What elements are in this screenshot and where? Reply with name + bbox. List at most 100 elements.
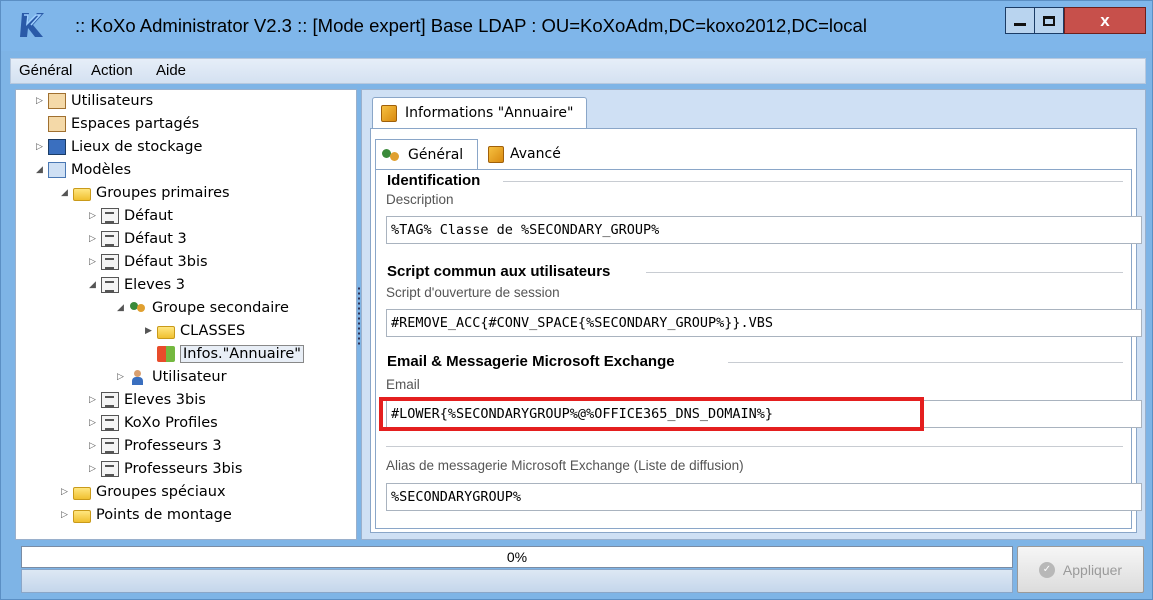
apply-label: Appliquer <box>1062 561 1123 578</box>
tree-item-professeurs-3bis[interactable]: ▷ Professeurs 3bis <box>89 458 242 480</box>
maximize-icon <box>1043 15 1055 26</box>
collapse-arrow-icon[interactable]: ◢ <box>36 165 48 175</box>
section-identification-title: Identification <box>387 172 481 189</box>
email-label: Email <box>386 377 420 392</box>
users-folder-icon <box>48 93 66 109</box>
tree-item-koxo-profiles[interactable]: ▷ KoXo Profiles <box>89 412 218 434</box>
description-label: Description <box>386 192 454 207</box>
expand-arrow-icon[interactable]: ▷ <box>89 441 101 451</box>
tree-item-label: Lieux de stockage <box>71 139 203 155</box>
collapse-arrow-icon[interactable]: ◢ <box>89 280 101 290</box>
collapse-arrow-icon[interactable]: ◢ <box>117 303 129 313</box>
expand-arrow-icon[interactable]: ▷ <box>117 372 129 382</box>
apply-button[interactable]: ✓ Appliquer <box>1017 546 1144 593</box>
check-icon: ✓ <box>1038 561 1055 578</box>
tab-avance[interactable]: Avancé <box>482 139 572 169</box>
minimize-button[interactable] <box>1005 7 1034 34</box>
app-window: :: KoXo Administrator V2.3 :: [Mode expe… <box>0 0 1153 600</box>
storage-icon <box>48 139 66 155</box>
maximize-button[interactable] <box>1034 7 1064 34</box>
expand-arrow-icon[interactable]: ▷ <box>36 142 48 152</box>
tree-item-defaut-3bis[interactable]: ▷ Défaut 3bis <box>89 251 208 273</box>
expand-arrow-icon[interactable]: ▷ <box>36 96 48 106</box>
tree-item-eleves-3bis[interactable]: ▷ Eleves 3bis <box>89 389 206 411</box>
folder-icon <box>157 326 175 339</box>
inner-tabstrip: Général Avancé <box>375 139 1132 169</box>
users-icon <box>382 147 402 163</box>
document-icon <box>101 415 119 431</box>
menu-action[interactable]: Action <box>91 62 133 79</box>
folder-icon <box>73 188 91 201</box>
status-bar <box>21 569 1013 593</box>
menu-general[interactable]: Général <box>19 62 72 79</box>
expand-arrow-icon[interactable]: ▷ <box>89 234 101 244</box>
tree-item-label: Défaut <box>124 208 173 224</box>
tree-item-professeurs-3[interactable]: ▷ Professeurs 3 <box>89 435 222 457</box>
tree-item-defaut-3[interactable]: ▷ Défaut 3 <box>89 228 187 250</box>
expand-arrow-icon[interactable]: ▷ <box>89 257 101 267</box>
tree-item-label: KoXo Profiles <box>124 415 218 431</box>
menu-aide[interactable]: Aide <box>156 62 186 79</box>
close-icon: x <box>1100 10 1110 30</box>
tree-item-utilisateurs[interactable]: ▷ Utilisateurs <box>36 90 153 112</box>
expand-arrow-icon[interactable]: ▷ <box>61 510 73 520</box>
models-icon <box>48 162 66 178</box>
script-input[interactable]: #REMOVE_ACC{#CONV_SPACE{%SECONDARY_GROUP… <box>386 309 1142 337</box>
shared-space-icon <box>48 116 66 132</box>
tree-item-label: Infos."Annuaire" <box>180 345 304 363</box>
section-script-title: Script commun aux utilisateurs <box>387 263 611 280</box>
tree-item-label: Professeurs 3 <box>124 438 222 454</box>
section-email-title: Email & Messagerie Microsoft Exchange <box>387 353 675 370</box>
document-icon <box>101 208 119 224</box>
tree-item-label: Espaces partagés <box>71 116 200 132</box>
tree-item-groupe-secondaire[interactable]: ◢ Groupe secondaire <box>117 297 289 319</box>
expand-arrow-icon[interactable]: ▷ <box>89 211 101 221</box>
document-icon <box>101 461 119 477</box>
progress-bar: 0% <box>21 546 1013 568</box>
tab-label: Général <box>408 146 464 163</box>
tree-item-groupes-primaires[interactable]: ◢ Groupes primaires <box>61 182 230 204</box>
title-bar[interactable]: :: KoXo Administrator V2.3 :: [Mode expe… <box>1 1 1152 51</box>
tree-item-defaut[interactable]: ▷ Défaut <box>89 205 173 227</box>
menu-bar: Général Action Aide <box>10 58 1146 84</box>
tree-item-eleves-3[interactable]: ◢ Eleves 3 <box>89 274 185 296</box>
section-divider <box>728 362 1123 363</box>
tree-item-infos-annuaire[interactable]: Infos."Annuaire" <box>157 343 304 365</box>
tab-informations-annuaire[interactable]: Informations "Annuaire" <box>372 97 587 128</box>
tree-item-label: Groupe secondaire <box>152 300 289 316</box>
description-input[interactable]: %TAG% Classe de %SECONDARY_GROUP% <box>386 216 1142 244</box>
collapse-arrow-icon[interactable]: ◢ <box>61 188 73 198</box>
tree-item-groupes-speciaux[interactable]: ▷ Groupes spéciaux <box>61 481 226 503</box>
tree-item-label: Défaut 3bis <box>124 254 208 270</box>
tree-item-modeles[interactable]: ◢ Modèles <box>36 159 131 181</box>
tree-item-label: Groupes primaires <box>96 185 230 201</box>
tree-item-points-de-montage[interactable]: ▷ Points de montage <box>61 504 232 526</box>
tree-item-lieux-de-stockage[interactable]: ▷ Lieux de stockage <box>36 136 202 158</box>
document-icon <box>381 104 397 122</box>
document-icon <box>101 231 119 247</box>
section-divider <box>386 446 1123 447</box>
tree-item-label: CLASSES <box>180 323 246 339</box>
expand-arrow-icon[interactable]: ▷ <box>61 487 73 497</box>
tab-label: Avancé <box>510 146 561 162</box>
expand-arrow-icon[interactable]: ▷ <box>89 418 101 428</box>
minimize-icon <box>1014 23 1026 26</box>
document-icon <box>101 254 119 270</box>
alias-input[interactable]: %SECONDARYGROUP% <box>386 483 1142 511</box>
progress-text: 0% <box>506 549 528 565</box>
close-button[interactable]: x <box>1064 7 1146 34</box>
tree-item-espaces-partages[interactable]: Espaces partagés <box>36 113 199 135</box>
tree-item-classes[interactable]: ▶ CLASSES <box>145 320 245 342</box>
tree-item-label: Groupes spéciaux <box>96 484 226 500</box>
window-title: :: KoXo Administrator V2.3 :: [Mode expe… <box>75 15 867 36</box>
tree-item-utilisateur[interactable]: ▷ Utilisateur <box>117 366 227 388</box>
expand-arrow-icon[interactable]: ▷ <box>89 464 101 474</box>
expand-arrow-icon[interactable]: ▶ <box>145 326 157 336</box>
script-label: Script d'ouverture de session <box>386 285 560 300</box>
folder-icon <box>73 487 91 500</box>
expand-arrow-icon[interactable]: ▷ <box>89 395 101 405</box>
user-icon <box>129 369 147 385</box>
document-icon <box>101 277 119 293</box>
tree-view[interactable]: ▷ Utilisateurs Espaces partagés ▷ Lieux … <box>15 89 357 540</box>
tab-general[interactable]: Général <box>375 139 478 169</box>
